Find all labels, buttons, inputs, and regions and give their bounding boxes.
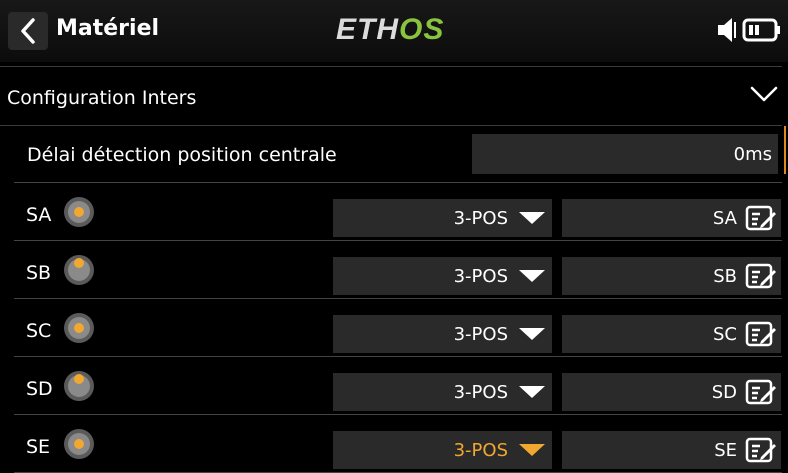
switch-label: SB bbox=[26, 262, 52, 284]
triangle-down-icon bbox=[519, 386, 545, 398]
switch-row-sa: SA 3-POS SA bbox=[14, 184, 782, 241]
triangle-down-icon bbox=[519, 328, 545, 340]
switch-type-value: 3-POS bbox=[453, 440, 508, 461]
center-delay-row: Délai détection position centrale 0ms bbox=[14, 126, 782, 183]
switch-label: SC bbox=[26, 320, 52, 342]
edit-icon[interactable] bbox=[745, 378, 777, 406]
center-delay-label: Délai détection position centrale bbox=[27, 144, 337, 166]
switch-name-field[interactable]: SD bbox=[562, 373, 781, 411]
switch-type-dropdown[interactable]: 3-POS bbox=[333, 199, 552, 237]
edit-icon[interactable] bbox=[745, 436, 777, 464]
center-delay-field[interactable]: 0ms bbox=[472, 134, 778, 174]
switch-type-dropdown[interactable]: 3-POS bbox=[333, 373, 552, 411]
section-title: Configuration Inters bbox=[7, 87, 197, 109]
switch-name-value: SC bbox=[713, 324, 737, 345]
switch-type-value: 3-POS bbox=[453, 324, 508, 345]
brand-logo-eth: ETH bbox=[336, 13, 399, 46]
switch-row-se: SE 3-POS SE bbox=[14, 416, 782, 473]
switch-name-value: SE bbox=[714, 440, 737, 461]
edit-icon[interactable] bbox=[745, 204, 777, 232]
switch-label: SA bbox=[26, 204, 52, 226]
edit-icon[interactable] bbox=[745, 320, 777, 348]
chevron-left-icon bbox=[21, 18, 35, 44]
switch-row-sc: SC 3-POS SC bbox=[14, 300, 782, 357]
switch-position-icon bbox=[64, 429, 94, 459]
switch-name-value: SA bbox=[712, 208, 737, 229]
triangle-down-icon bbox=[519, 270, 545, 282]
chevron-down-icon[interactable] bbox=[750, 85, 778, 103]
switch-name-value: SB bbox=[713, 266, 737, 287]
switch-type-value: 3-POS bbox=[453, 266, 508, 287]
section-header[interactable]: Configuration Inters bbox=[0, 66, 782, 126]
switch-type-dropdown[interactable]: 3-POS bbox=[333, 315, 552, 353]
back-button[interactable] bbox=[8, 12, 48, 50]
switch-name-value: SD bbox=[711, 382, 737, 403]
triangle-down-icon bbox=[519, 212, 545, 224]
center-delay-value: 0ms bbox=[733, 144, 772, 165]
page-title: Matériel bbox=[56, 16, 160, 41]
speaker-icon[interactable] bbox=[716, 16, 740, 44]
switch-row-sd: SD 3-POS SD bbox=[14, 358, 782, 415]
switch-name-field[interactable]: SB bbox=[562, 257, 781, 295]
status-area bbox=[716, 16, 782, 44]
switch-name-field[interactable]: SA bbox=[562, 199, 781, 237]
triangle-down-icon bbox=[519, 444, 545, 456]
switch-name-field[interactable]: SE bbox=[562, 431, 781, 469]
brand-logo-os: OS bbox=[399, 13, 445, 46]
switch-label: SE bbox=[26, 436, 51, 458]
switch-type-dropdown[interactable]: 3-POS bbox=[333, 431, 552, 469]
switch-label: SD bbox=[26, 378, 53, 400]
edit-icon[interactable] bbox=[745, 262, 777, 290]
switch-position-icon bbox=[64, 313, 94, 343]
battery-icon bbox=[742, 18, 780, 42]
switch-position-icon bbox=[64, 371, 94, 401]
switch-type-value: 3-POS bbox=[453, 382, 508, 403]
switch-position-icon bbox=[64, 255, 94, 285]
switch-name-field[interactable]: SC bbox=[562, 315, 781, 353]
switch-type-value: 3-POS bbox=[453, 208, 508, 229]
switch-position-icon bbox=[64, 197, 94, 227]
switch-type-dropdown[interactable]: 3-POS bbox=[333, 257, 552, 295]
scroll-indicator[interactable] bbox=[784, 126, 786, 174]
brand-logo: ETHOS bbox=[336, 14, 444, 46]
top-bar: Matériel ETHOS bbox=[0, 0, 788, 62]
switch-row-sb: SB 3-POS SB bbox=[14, 242, 782, 299]
